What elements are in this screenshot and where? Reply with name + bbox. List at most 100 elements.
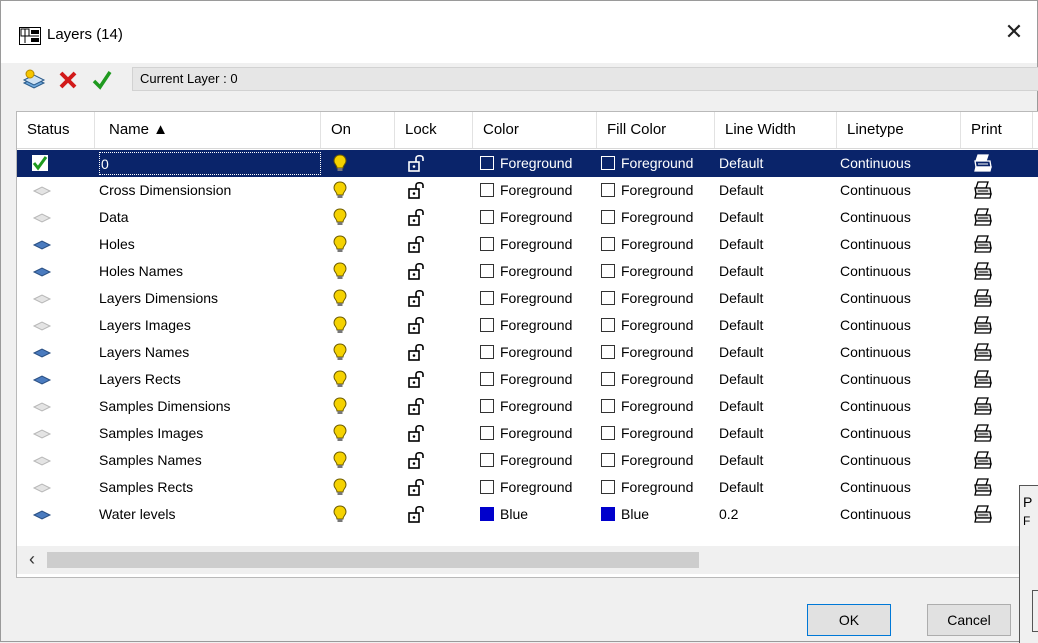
printer-icon[interactable] — [973, 208, 993, 226]
layer-print-cell[interactable] — [973, 366, 1003, 393]
scroll-left-button[interactable]: ‹ — [17, 546, 47, 574]
layer-row[interactable]: Data Foreground Foreground Default Continuou… — [17, 204, 1038, 231]
delete-layer-button[interactable] — [55, 67, 81, 93]
layer-linetype-cell[interactable]: Continuous — [840, 474, 958, 501]
layer-status-cell[interactable] — [31, 339, 71, 366]
layer-color-cell[interactable]: Foreground — [480, 393, 596, 420]
layer-color-cell[interactable]: Foreground — [480, 339, 596, 366]
lightbulb-icon[interactable] — [333, 397, 347, 415]
layer-line-width-cell[interactable]: 0.2 — [719, 501, 835, 528]
layer-line-width-cell[interactable]: Default — [719, 339, 835, 366]
layer-fill-color-cell[interactable]: Foreground — [601, 177, 715, 204]
printer-icon[interactable] — [973, 505, 993, 523]
printer-icon[interactable] — [973, 370, 993, 388]
layer-color-cell[interactable]: Foreground — [480, 312, 596, 339]
layer-row[interactable]: Holes Foreground Foreground Default Continuo… — [17, 231, 1038, 258]
layer-row[interactable]: Layers Rects Foreground Foreground Default C… — [17, 366, 1038, 393]
layer-fill-color-cell[interactable]: Foreground — [601, 150, 715, 177]
layer-lock-cell[interactable] — [408, 366, 438, 393]
layer-print-cell[interactable] — [973, 339, 1003, 366]
lightbulb-icon[interactable] — [333, 370, 347, 388]
column-header-lock[interactable]: Lock — [395, 112, 473, 148]
printer-icon[interactable] — [973, 316, 993, 334]
cancel-button[interactable]: Cancel — [927, 604, 1011, 636]
layer-color-cell[interactable]: Blue — [480, 501, 596, 528]
layer-lock-cell[interactable] — [408, 420, 438, 447]
layer-name-cell[interactable]: Layers Names — [99, 339, 321, 366]
layer-lock-cell[interactable] — [408, 150, 438, 177]
layer-print-cell[interactable] — [973, 285, 1003, 312]
layer-status-cell[interactable] — [31, 312, 71, 339]
layer-print-cell[interactable] — [973, 150, 1003, 177]
layer-name-cell[interactable]: Samples Dimensions — [99, 393, 321, 420]
column-header-color[interactable]: Color — [473, 112, 597, 148]
layer-on-cell[interactable] — [333, 393, 363, 420]
layer-status-cell[interactable] — [31, 447, 71, 474]
layer-line-width-cell[interactable]: Default — [719, 258, 835, 285]
layer-fill-color-cell[interactable]: Foreground — [601, 366, 715, 393]
column-header-fill-color[interactable]: Fill Color — [597, 112, 715, 148]
layer-fill-color-cell[interactable]: Foreground — [601, 339, 715, 366]
layer-status-cell[interactable] — [31, 204, 71, 231]
lightbulb-icon[interactable] — [333, 343, 347, 361]
lightbulb-icon[interactable] — [333, 316, 347, 334]
unlocked-padlock-icon[interactable] — [408, 343, 426, 361]
layer-color-cell[interactable]: Foreground — [480, 231, 596, 258]
lightbulb-icon[interactable] — [333, 478, 347, 496]
layer-lock-cell[interactable] — [408, 447, 438, 474]
layer-color-cell[interactable]: Foreground — [480, 420, 596, 447]
layer-linetype-cell[interactable]: Continuous — [840, 177, 958, 204]
layer-row[interactable]: Layers Images Foreground Foreground Default… — [17, 312, 1038, 339]
unlocked-padlock-icon[interactable] — [408, 505, 426, 523]
layer-status-cell[interactable] — [31, 285, 71, 312]
layer-on-cell[interactable] — [333, 312, 363, 339]
layer-line-width-cell[interactable]: Default — [719, 231, 835, 258]
lightbulb-icon[interactable] — [333, 451, 347, 469]
layer-print-cell[interactable] — [973, 258, 1003, 285]
layer-line-width-cell[interactable]: Default — [719, 312, 835, 339]
layers-grid[interactable]: Status Name ▲ On Lock Color Fill Color L… — [16, 111, 1038, 578]
layer-line-width-cell[interactable]: Default — [719, 285, 835, 312]
layer-row[interactable]: Samples Images Foreground Foreground Defaul… — [17, 420, 1038, 447]
layer-on-cell[interactable] — [333, 447, 363, 474]
layer-fill-color-cell[interactable]: Foreground — [601, 285, 715, 312]
printer-icon[interactable] — [973, 289, 993, 307]
printer-icon[interactable] — [973, 262, 993, 280]
layer-status-cell[interactable] — [31, 231, 71, 258]
layer-fill-color-cell[interactable]: Blue — [601, 501, 715, 528]
layer-row[interactable]: Layers Names Foreground Foreground Default C… — [17, 339, 1038, 366]
layer-linetype-cell[interactable]: Continuous — [840, 339, 958, 366]
layer-row[interactable]: Samples Rects Foreground Foreground Default… — [17, 474, 1038, 501]
column-header-line-width[interactable]: Line Width — [715, 112, 837, 148]
layer-color-cell[interactable]: Foreground — [480, 285, 596, 312]
unlocked-padlock-icon[interactable] — [408, 289, 426, 307]
printer-icon[interactable] — [973, 451, 993, 469]
layer-linetype-cell[interactable]: Continuous — [840, 231, 958, 258]
new-layer-button[interactable] — [21, 67, 47, 93]
layer-on-cell[interactable] — [333, 501, 363, 528]
layer-status-cell[interactable] — [31, 393, 71, 420]
layer-linetype-cell[interactable]: Continuous — [840, 204, 958, 231]
layer-line-width-cell[interactable]: Default — [719, 447, 835, 474]
layer-color-cell[interactable]: Foreground — [480, 204, 596, 231]
layer-on-cell[interactable] — [333, 231, 363, 258]
layer-on-cell[interactable] — [333, 177, 363, 204]
layer-status-cell[interactable] — [31, 366, 71, 393]
lightbulb-icon[interactable] — [333, 289, 347, 307]
unlocked-padlock-icon[interactable] — [408, 316, 426, 334]
layer-name-cell[interactable]: Data — [99, 204, 321, 231]
layer-fill-color-cell[interactable]: Foreground — [601, 258, 715, 285]
layer-linetype-cell[interactable]: Continuous — [840, 393, 958, 420]
layer-name-cell[interactable]: Samples Names — [99, 447, 321, 474]
lightbulb-icon[interactable] — [333, 505, 347, 523]
layer-on-cell[interactable] — [333, 420, 363, 447]
layer-lock-cell[interactable] — [408, 393, 438, 420]
scrollbar-thumb[interactable] — [47, 552, 699, 568]
layer-name-cell[interactable]: Holes — [99, 231, 321, 258]
lightbulb-icon[interactable] — [333, 262, 347, 280]
printer-icon[interactable] — [973, 235, 993, 253]
layer-print-cell[interactable] — [973, 393, 1003, 420]
layer-print-cell[interactable] — [973, 474, 1003, 501]
layer-on-cell[interactable] — [333, 339, 363, 366]
unlocked-padlock-icon[interactable] — [408, 181, 426, 199]
